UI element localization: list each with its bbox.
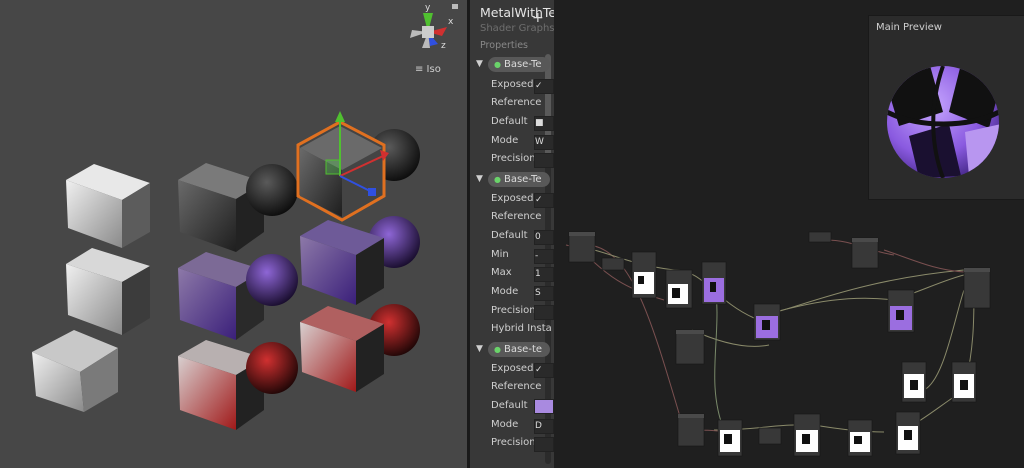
- property-name: Base-Te: [503, 173, 542, 185]
- property-label: Max: [491, 267, 512, 278]
- axis-x-label: x: [448, 17, 454, 27]
- mode-dropdown[interactable]: D: [534, 419, 554, 434]
- properties-header: Properties: [480, 40, 529, 51]
- property-label: Exposed: [491, 363, 534, 374]
- property-label: Exposed: [491, 193, 534, 204]
- max-field[interactable]: 1: [534, 267, 554, 282]
- property-label: Min: [491, 249, 509, 260]
- white-cube-1[interactable]: [66, 164, 150, 248]
- mode-dropdown[interactable]: S: [534, 286, 554, 301]
- exposed-checkbox[interactable]: ✓: [534, 79, 554, 94]
- node-uv[interactable]: [601, 257, 625, 271]
- node-mask-6[interactable]: [895, 411, 921, 455]
- property-label: Reference: [491, 211, 542, 222]
- node-split[interactable]: [758, 427, 782, 445]
- property-group-2[interactable]: ▼ ● Base-Te: [476, 171, 550, 187]
- lock-icon[interactable]: [452, 4, 458, 9]
- property-label: Mode: [491, 286, 519, 297]
- property-label: Default: [491, 230, 528, 241]
- node-mask-5[interactable]: [847, 419, 873, 457]
- node-mask-4[interactable]: [793, 413, 821, 457]
- node-master[interactable]: [963, 267, 991, 309]
- exposed-checkbox[interactable]: ✓: [534, 363, 554, 378]
- axis-y-label: y: [425, 3, 431, 13]
- projection-toggle[interactable]: ≡ Iso: [415, 64, 441, 75]
- property-label: Precision: [491, 305, 536, 316]
- chevron-down-icon[interactable]: ▼: [476, 344, 488, 354]
- default-field[interactable]: 0: [534, 230, 554, 245]
- exposed-dot-icon: ●: [494, 174, 501, 184]
- property-label: Precision: [491, 153, 536, 164]
- node-color-1[interactable]: [701, 261, 727, 305]
- property-label: Mode: [491, 135, 519, 146]
- property-name: Base-Te: [503, 58, 542, 70]
- property-group-3[interactable]: ▼ ● Base-te: [476, 341, 551, 357]
- property-label: Default: [491, 116, 528, 127]
- exposed-dot-icon: ●: [494, 344, 501, 354]
- property-label: Mode: [491, 419, 519, 430]
- scene-view[interactable]: y x z ≡ Iso: [0, 0, 467, 468]
- precision-dropdown[interactable]: [534, 153, 554, 168]
- blackboard-panel: MetalWithTex + Shader Graphs Properties …: [470, 0, 554, 468]
- scene-canvas[interactable]: y x z: [0, 0, 467, 468]
- node-step[interactable]: [677, 413, 705, 447]
- node-color-2[interactable]: [887, 289, 915, 333]
- node-mask-1[interactable]: [901, 361, 927, 403]
- property-name: Base-te: [503, 343, 543, 355]
- node-multiply-1[interactable]: [631, 251, 657, 299]
- property-label: Default: [491, 400, 528, 411]
- axis-z-label: z: [441, 41, 446, 51]
- exposed-dot-icon: ●: [494, 59, 501, 69]
- red-sphere-1[interactable]: [246, 342, 298, 394]
- dark-sphere-1[interactable]: [246, 164, 298, 216]
- property-group-1[interactable]: ▼ ● Base-Te: [476, 56, 550, 72]
- precision-dropdown[interactable]: [534, 437, 554, 452]
- main-preview-panel[interactable]: Main Preview: [868, 15, 1024, 200]
- graph-subtitle: Shader Graphs: [480, 23, 554, 34]
- property-label: Hybrid Insta: [491, 323, 552, 334]
- node-multiply-2[interactable]: [665, 269, 693, 309]
- node-mask-3[interactable]: [717, 419, 743, 457]
- chevron-down-icon[interactable]: ▼: [476, 174, 488, 184]
- property-label: Reference: [491, 381, 542, 392]
- white-cube-3[interactable]: [32, 330, 118, 412]
- node-time[interactable]: [808, 231, 832, 243]
- property-label: Exposed: [491, 79, 534, 90]
- property-label: Reference: [491, 97, 542, 108]
- white-cube-2[interactable]: [66, 248, 150, 335]
- purple-sphere-1[interactable]: [246, 254, 298, 306]
- node-texture-sample[interactable]: [568, 231, 596, 263]
- exposed-checkbox[interactable]: ✓: [534, 193, 554, 208]
- chevron-down-icon[interactable]: ▼: [476, 59, 488, 69]
- property-label: Precision: [491, 437, 536, 448]
- node-mask-2[interactable]: [951, 361, 977, 403]
- orientation-gizmo[interactable]: y x z: [410, 3, 458, 51]
- mode-dropdown[interactable]: W: [534, 135, 554, 150]
- precision-dropdown[interactable]: [534, 305, 554, 320]
- default-field[interactable]: ■: [534, 116, 554, 131]
- node-fresnel[interactable]: [675, 329, 705, 365]
- preview-sphere[interactable]: [869, 16, 1024, 199]
- default-color-swatch[interactable]: [534, 399, 554, 414]
- min-field[interactable]: -: [534, 249, 554, 264]
- node-lerp[interactable]: [753, 303, 781, 341]
- node-add[interactable]: [851, 237, 879, 269]
